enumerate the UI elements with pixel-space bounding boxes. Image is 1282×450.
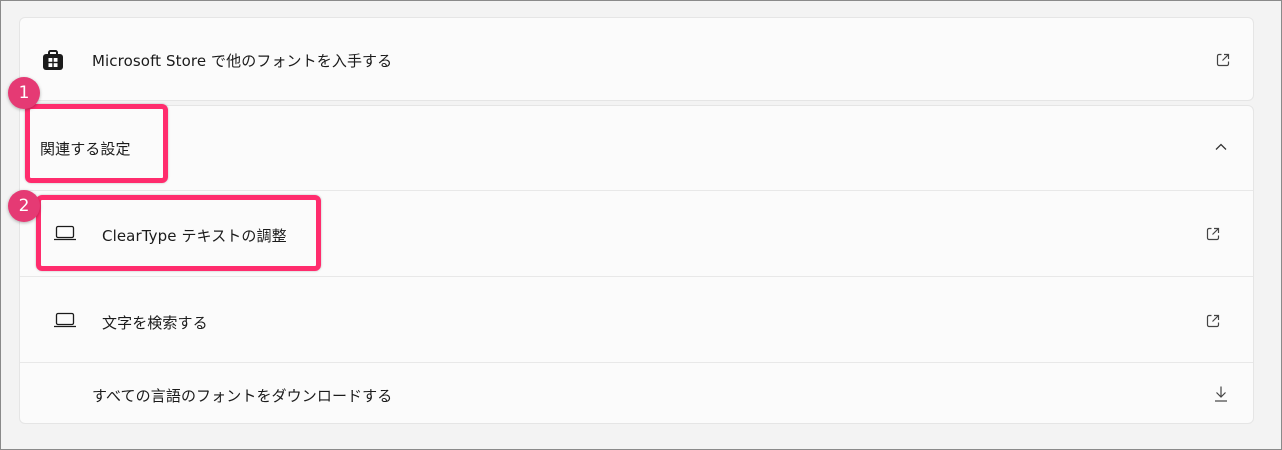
store-card[interactable]: Microsoft Store で他のフォントを入手する: [19, 17, 1254, 101]
step-badge-1: 1: [8, 77, 40, 109]
highlight-box-1: [25, 104, 168, 183]
related-item-character-search[interactable]: 文字を検索する: [20, 277, 1253, 362]
highlight-box-2: [36, 195, 321, 271]
chevron-up-icon[interactable]: [1213, 139, 1229, 155]
window-frame: Microsoft Store で他のフォントを入手する 関連する設定 Clea…: [0, 0, 1282, 450]
open-external-icon[interactable]: [1203, 311, 1223, 331]
open-external-icon[interactable]: [1213, 50, 1233, 70]
related-item-label: すべての言語のフォントをダウンロードする: [92, 387, 393, 405]
open-external-icon[interactable]: [1203, 224, 1223, 244]
store-bag-icon: [42, 49, 64, 71]
related-item-download-fonts[interactable]: すべての言語のフォントをダウンロードする: [20, 363, 1253, 424]
related-settings-header[interactable]: 関連する設定: [20, 106, 1253, 190]
related-item-label: 文字を検索する: [102, 314, 208, 332]
laptop-icon: [52, 310, 78, 330]
download-icon[interactable]: [1213, 385, 1229, 403]
store-link-label: Microsoft Store で他のフォントを入手する: [92, 52, 393, 70]
step-badge-2: 2: [8, 190, 40, 222]
